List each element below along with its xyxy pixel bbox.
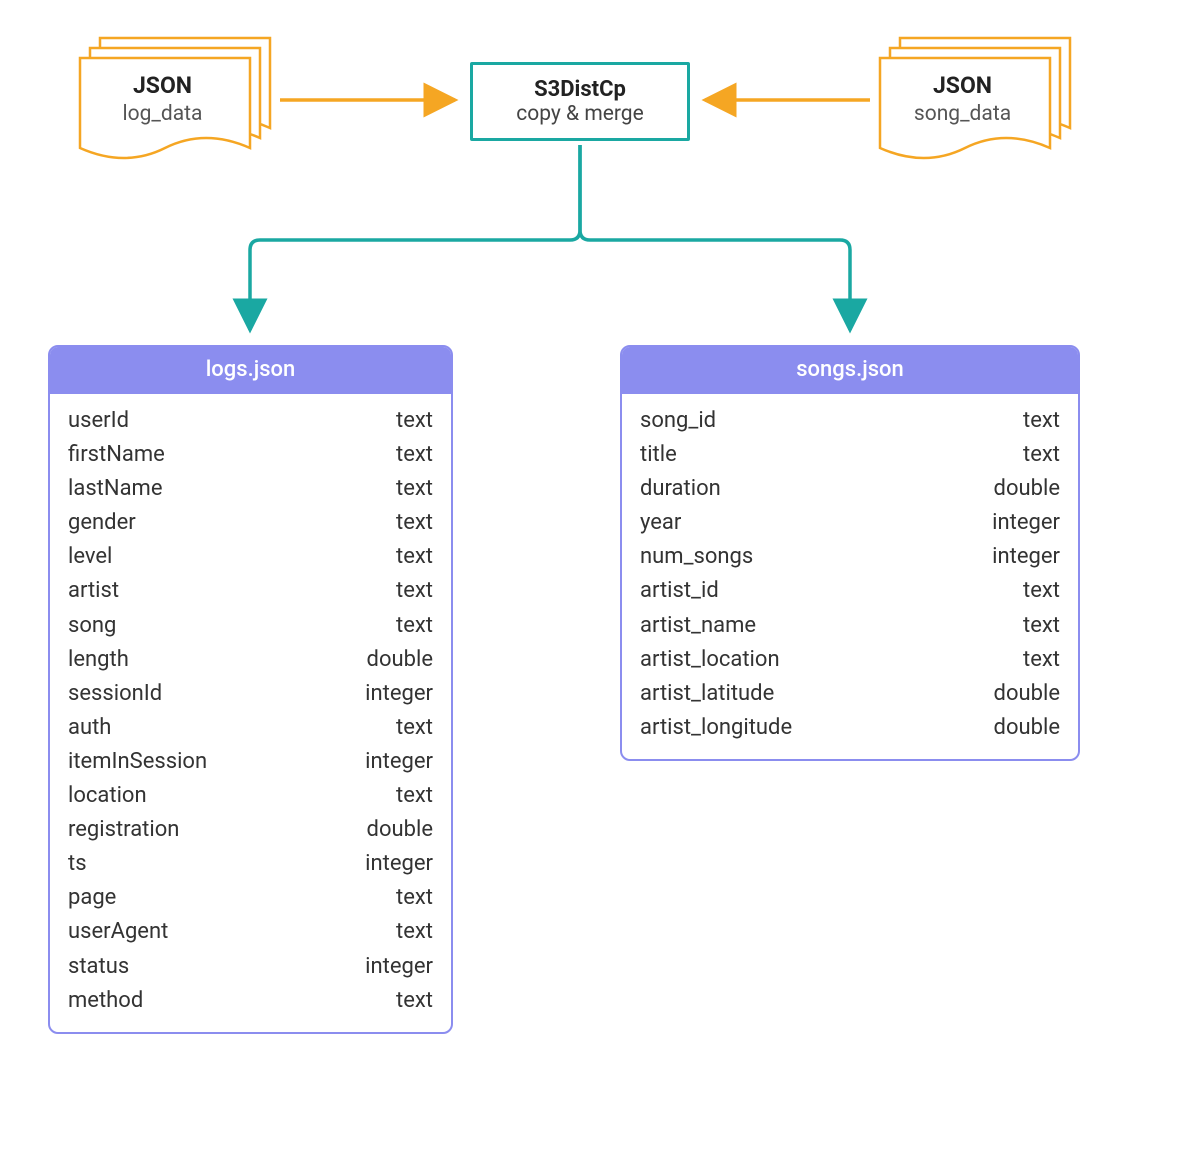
field-name: status bbox=[68, 950, 129, 984]
field-type: text bbox=[396, 404, 433, 438]
table-row: method text bbox=[68, 984, 433, 1018]
table-row: registration double bbox=[68, 813, 433, 847]
table-row: artist_id text bbox=[640, 574, 1060, 608]
source-right-subtitle: song_data bbox=[870, 101, 1055, 127]
field-name: num_songs bbox=[640, 540, 753, 574]
field-name: userAgent bbox=[68, 915, 168, 949]
field-type: integer bbox=[365, 847, 433, 881]
field-name: auth bbox=[68, 711, 111, 745]
source-right-title: JSON bbox=[870, 72, 1055, 101]
field-type: text bbox=[396, 881, 433, 915]
table-row: artist_location text bbox=[640, 643, 1060, 677]
process-subtitle: copy & merge bbox=[491, 102, 669, 126]
table-row: userAgent text bbox=[68, 915, 433, 949]
table-row: length double bbox=[68, 643, 433, 677]
table-row: artist text bbox=[68, 574, 433, 608]
field-type: double bbox=[367, 643, 433, 677]
table-row: auth text bbox=[68, 711, 433, 745]
table-row: level text bbox=[68, 540, 433, 574]
field-name: gender bbox=[68, 506, 136, 540]
field-name: ts bbox=[68, 847, 87, 881]
field-type: text bbox=[1023, 574, 1060, 608]
source-json-log-data: JSON log_data bbox=[70, 30, 270, 170]
table-row: page text bbox=[68, 881, 433, 915]
field-name: method bbox=[68, 984, 143, 1018]
table-row: itemInSession integer bbox=[68, 745, 433, 779]
field-name: artist_longitude bbox=[640, 711, 792, 745]
table-row: artist_name text bbox=[640, 609, 1060, 643]
field-type: integer bbox=[365, 950, 433, 984]
field-type: integer bbox=[992, 540, 1060, 574]
field-name: artist_latitude bbox=[640, 677, 774, 711]
field-name: year bbox=[640, 506, 681, 540]
table-row: num_songs integer bbox=[640, 540, 1060, 574]
field-name: length bbox=[68, 643, 129, 677]
field-type: integer bbox=[365, 677, 433, 711]
field-type: double bbox=[994, 711, 1060, 745]
field-type: text bbox=[396, 915, 433, 949]
table-row: year integer bbox=[640, 506, 1060, 540]
field-name: artist_name bbox=[640, 609, 756, 643]
table-row: title text bbox=[640, 438, 1060, 472]
field-name: registration bbox=[68, 813, 179, 847]
table-row: userId text bbox=[68, 404, 433, 438]
field-type: text bbox=[396, 506, 433, 540]
field-name: level bbox=[68, 540, 112, 574]
field-type: text bbox=[396, 711, 433, 745]
table-row: sessionId integer bbox=[68, 677, 433, 711]
table-row: song_id text bbox=[640, 404, 1060, 438]
field-name: song bbox=[68, 609, 116, 643]
field-type: text bbox=[396, 779, 433, 813]
field-type: double bbox=[367, 813, 433, 847]
table-songs-body: song_idtexttitletextdurationdoubleyearin… bbox=[622, 394, 1078, 759]
field-type: double bbox=[994, 677, 1060, 711]
table-logs-header: logs.json bbox=[50, 347, 451, 394]
table-row: lastName text bbox=[68, 472, 433, 506]
field-name: song_id bbox=[640, 404, 716, 438]
field-name: title bbox=[640, 438, 677, 472]
field-name: itemInSession bbox=[68, 745, 207, 779]
field-type: text bbox=[1023, 643, 1060, 677]
table-row: artist_longitude double bbox=[640, 711, 1060, 745]
field-name: userId bbox=[68, 404, 129, 438]
field-name: duration bbox=[640, 472, 721, 506]
table-songs-header: songs.json bbox=[622, 347, 1078, 394]
table-row: location text bbox=[68, 779, 433, 813]
field-type: double bbox=[994, 472, 1060, 506]
field-type: text bbox=[396, 438, 433, 472]
table-logs-body: userIdtextfirstNametextlastNametextgende… bbox=[50, 394, 451, 1032]
field-type: text bbox=[1023, 404, 1060, 438]
table-row: ts integer bbox=[68, 847, 433, 881]
field-name: firstName bbox=[68, 438, 165, 472]
field-name: lastName bbox=[68, 472, 163, 506]
field-name: artist bbox=[68, 574, 119, 608]
field-type: text bbox=[396, 574, 433, 608]
source-left-title: JSON bbox=[70, 72, 255, 101]
field-name: location bbox=[68, 779, 147, 813]
process-s3distcp: S3DistCp copy & merge bbox=[470, 62, 690, 141]
source-json-song-data: JSON song_data bbox=[870, 30, 1070, 170]
field-name: sessionId bbox=[68, 677, 162, 711]
table-row: gender text bbox=[68, 506, 433, 540]
field-type: text bbox=[1023, 438, 1060, 472]
field-name: artist_location bbox=[640, 643, 780, 677]
source-left-subtitle: log_data bbox=[70, 101, 255, 127]
field-name: artist_id bbox=[640, 574, 719, 608]
field-type: text bbox=[396, 609, 433, 643]
field-type: integer bbox=[992, 506, 1060, 540]
field-name: page bbox=[68, 881, 116, 915]
table-row: artist_latitude double bbox=[640, 677, 1060, 711]
table-row: status integer bbox=[68, 950, 433, 984]
field-type: text bbox=[396, 472, 433, 506]
field-type: text bbox=[396, 984, 433, 1018]
process-title: S3DistCp bbox=[491, 77, 669, 102]
table-row: song text bbox=[68, 609, 433, 643]
field-type: text bbox=[396, 540, 433, 574]
field-type: text bbox=[1023, 609, 1060, 643]
table-row: duration double bbox=[640, 472, 1060, 506]
table-logs-json: logs.json userIdtextfirstNametextlastNam… bbox=[48, 345, 453, 1034]
table-songs-json: songs.json song_idtexttitletextdurationd… bbox=[620, 345, 1080, 761]
table-row: firstName text bbox=[68, 438, 433, 472]
field-type: integer bbox=[365, 745, 433, 779]
